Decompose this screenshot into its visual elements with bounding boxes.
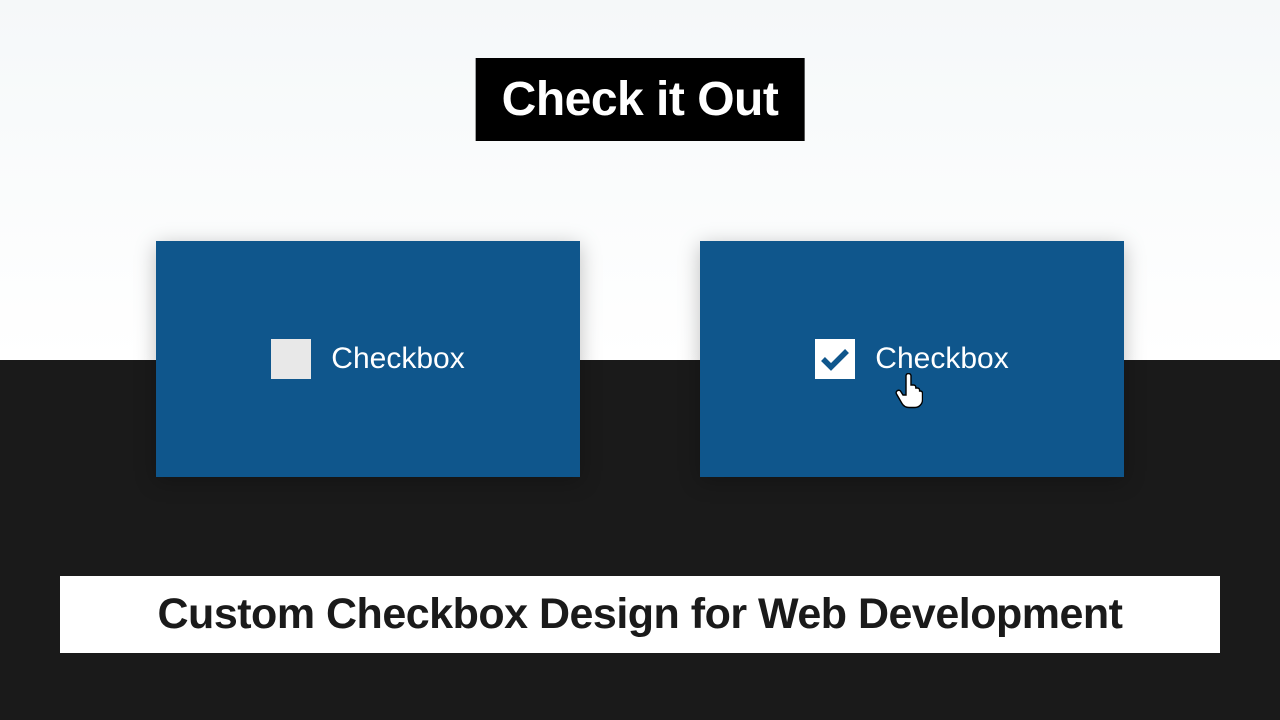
checkbox-demo-checked: Checkbox bbox=[700, 241, 1124, 477]
demo-cards-row: Checkbox Checkbox bbox=[0, 241, 1280, 477]
checkbox-demo-unchecked: Checkbox bbox=[156, 241, 580, 477]
subtitle-text: Custom Checkbox Design for Web Developme… bbox=[158, 590, 1123, 639]
title-badge: Check it Out bbox=[476, 58, 805, 141]
checkbox-unchecked[interactable] bbox=[271, 339, 311, 379]
checkbox-checked[interactable] bbox=[815, 339, 855, 379]
checkbox-label: Checkbox bbox=[331, 342, 464, 376]
subtitle-bar: Custom Checkbox Design for Web Developme… bbox=[60, 576, 1220, 653]
cursor-hand-icon bbox=[895, 373, 923, 409]
checkmark-icon bbox=[820, 347, 850, 371]
checkbox-label: Checkbox bbox=[875, 342, 1008, 376]
title-text: Check it Out bbox=[502, 73, 779, 126]
